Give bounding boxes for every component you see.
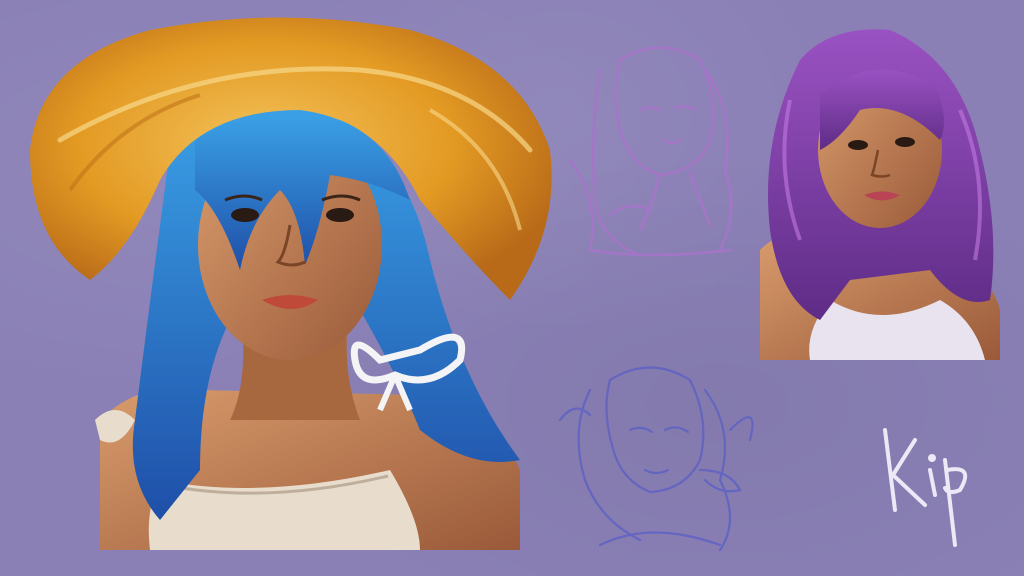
portrait-blue-sketch — [558, 366, 754, 552]
artwork-svg — [30, 17, 1000, 552]
portrait-pink-sketch — [568, 46, 733, 257]
artist-signature — [883, 428, 968, 547]
portrait-purple-hair-girl — [760, 29, 1000, 360]
artwork-canvas — [0, 0, 1024, 576]
portrait-straw-hat-girl — [30, 17, 552, 550]
